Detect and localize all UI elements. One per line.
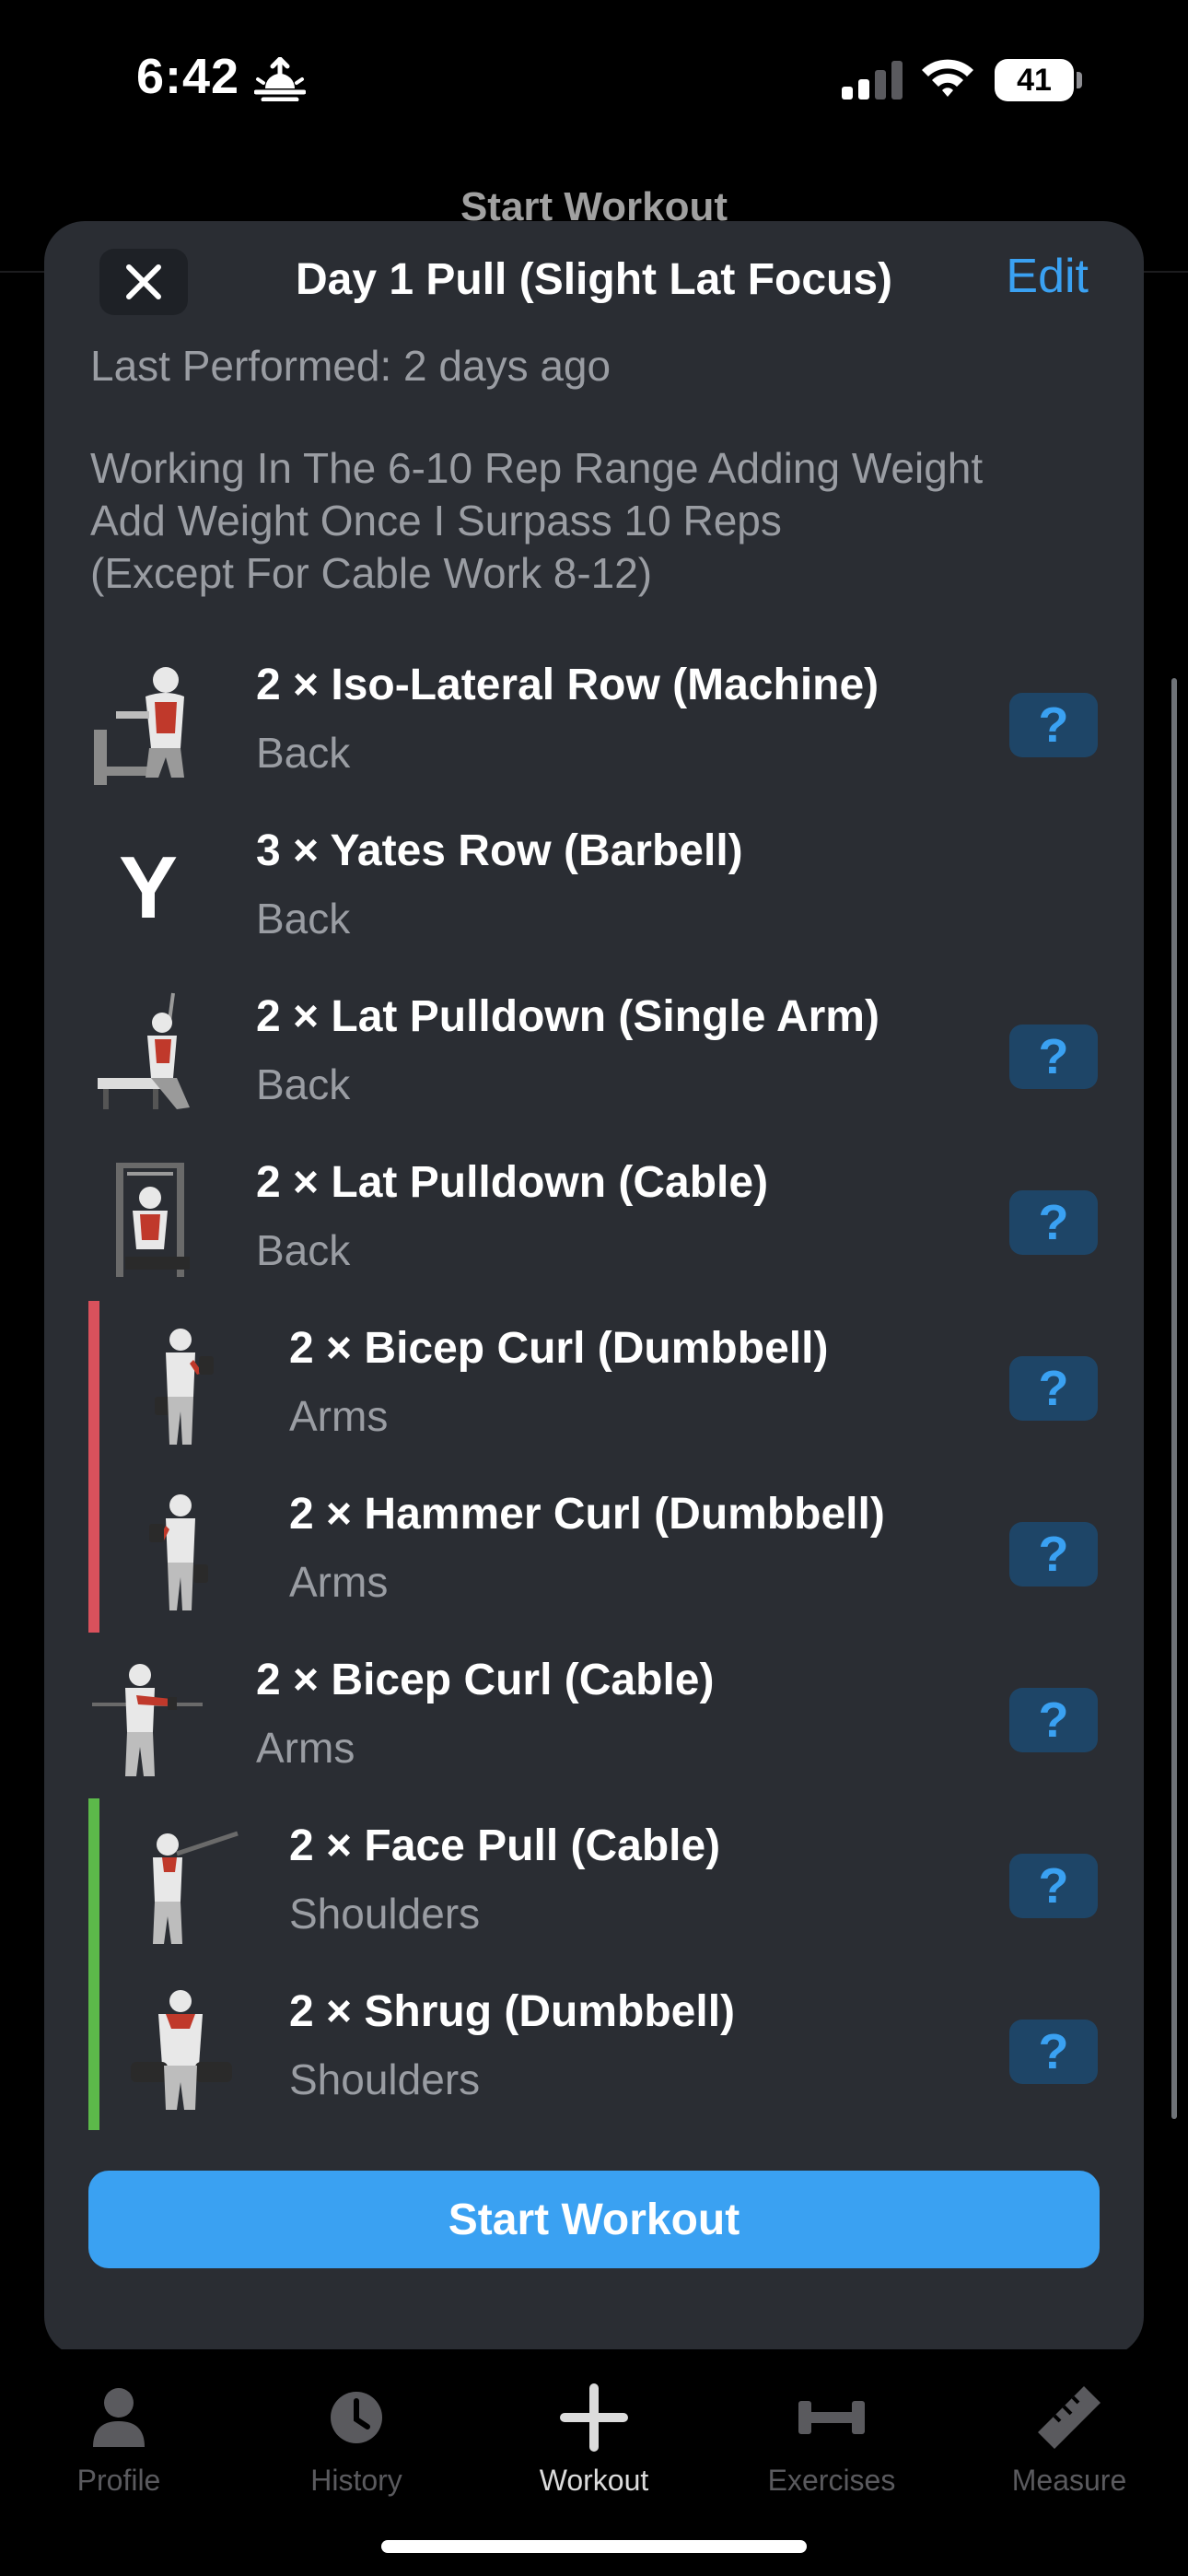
edit-button[interactable]: Edit xyxy=(1006,249,1089,304)
person-icon xyxy=(93,2388,145,2447)
exercise-row[interactable]: Y 3 × Yates Row (Barbell) Back xyxy=(88,805,1144,971)
exercise-letter-thumbnail: Y xyxy=(118,838,179,937)
notes-line: (Except For Cable Work 8-12) xyxy=(90,549,653,597)
exercise-name: 2 × Lat Pulldown (Cable) xyxy=(256,1158,769,1207)
dumbbell-icon xyxy=(798,2401,865,2434)
exercise-help-button[interactable]: ? xyxy=(1009,2020,1098,2084)
last-performed-text: Last Performed: 2 days ago xyxy=(90,342,611,390)
close-icon xyxy=(126,264,161,299)
exercise-help-button[interactable]: ? xyxy=(1009,1190,1098,1255)
routine-preview-sheet: Day 1 Pull (Slight Lat Focus) Edit Last … xyxy=(44,221,1177,2357)
exercise-category: Back xyxy=(256,1060,351,1108)
exercise-thumbnail-icon xyxy=(155,1329,214,1445)
exercise-row[interactable]: 2 × Lat Pulldown (Cable) Back ? xyxy=(88,1137,1144,1303)
exercise-help-button[interactable]: ? xyxy=(1009,1854,1098,1918)
exercise-category: Shoulders xyxy=(289,1890,481,1938)
tab-label: Profile xyxy=(76,2464,161,2497)
exercise-name: 2 × Lat Pulldown (Single Arm) xyxy=(256,992,879,1041)
tab-label: Workout xyxy=(539,2464,649,2497)
exercise-row[interactable]: 2 × Shrug (Dumbbell) Shoulders ? xyxy=(88,1966,1144,2132)
exercise-row[interactable]: 2 × Lat Pulldown (Single Arm) Back ? xyxy=(88,971,1144,1137)
ruler-icon xyxy=(1038,2386,1101,2449)
clock-time: 6:42 xyxy=(136,49,240,104)
status-bar: 6:42 41 xyxy=(0,0,1188,147)
exercise-name: 2 × Iso-Lateral Row (Machine) xyxy=(256,661,879,709)
exercise-thumbnail-icon xyxy=(149,1494,208,1610)
tab-profile[interactable]: Profile xyxy=(0,2368,238,2506)
exercise-thumbnail-icon xyxy=(94,667,184,785)
exercise-category: Back xyxy=(256,729,351,777)
exercise-help-button[interactable]: ? xyxy=(1009,1025,1098,1089)
exercise-category: Shoulders xyxy=(289,2055,481,2103)
exercise-thumbnail-icon xyxy=(98,992,190,1109)
wifi-icon xyxy=(922,59,973,97)
exercise-row[interactable]: 2 × Bicep Curl (Dumbbell) Arms ? xyxy=(88,1303,1144,1469)
exercise-help-button[interactable]: ? xyxy=(1009,693,1098,757)
battery-level: 41 xyxy=(1017,63,1052,98)
exercise-category: Arms xyxy=(289,1392,389,1440)
exercise-thumbnail-icon xyxy=(131,1990,232,2110)
exercise-thumbnail-icon xyxy=(92,1664,203,1776)
exercise-name: 2 × Face Pull (Cable) xyxy=(289,1821,721,1870)
sunrise-icon xyxy=(254,57,306,101)
superset-indicator-shoulders xyxy=(88,1798,99,2130)
tab-workout[interactable]: Workout xyxy=(475,2368,713,2506)
tab-label: Exercises xyxy=(767,2464,896,2497)
notes-line: Add Weight Once I Surpass 10 Reps xyxy=(90,497,782,544)
scrollbar[interactable] xyxy=(1171,678,1177,2119)
exercise-name: 3 × Yates Row (Barbell) xyxy=(256,826,743,875)
exercise-thumbnail-icon xyxy=(153,1831,239,1944)
exercise-name: 2 × Bicep Curl (Cable) xyxy=(256,1656,715,1704)
tab-measure[interactable]: Measure xyxy=(950,2368,1188,2506)
exercise-row[interactable]: 2 × Bicep Curl (Cable) Arms ? xyxy=(88,1634,1144,1800)
exercise-help-button[interactable]: ? xyxy=(1009,1356,1098,1421)
exercise-category: Back xyxy=(256,1226,351,1274)
exercise-name: 2 × Hammer Curl (Dumbbell) xyxy=(289,1490,885,1539)
exercise-help-button[interactable]: ? xyxy=(1009,1522,1098,1587)
battery-icon: 41 xyxy=(995,59,1083,101)
tab-history[interactable]: History xyxy=(238,2368,475,2506)
exercise-row[interactable]: 2 × Face Pull (Cable) Shoulders ? xyxy=(88,1800,1144,1966)
exercise-thumbnail-icon xyxy=(116,1163,190,1277)
exercise-category: Back xyxy=(256,895,351,943)
exercise-row[interactable]: 2 × Iso-Lateral Row (Machine) Back ? xyxy=(88,639,1144,805)
superset-indicator-arms xyxy=(88,1301,99,1633)
routine-notes: Working In The 6-10 Rep Range Adding Wei… xyxy=(90,442,1103,600)
notes-line: Working In The 6-10 Rep Range Adding Wei… xyxy=(90,444,984,492)
clock-icon xyxy=(331,2392,382,2443)
exercise-row[interactable]: 2 × Hammer Curl (Dumbbell) Arms ? xyxy=(88,1469,1144,1634)
exercise-category: Arms xyxy=(256,1724,355,1772)
close-button[interactable] xyxy=(99,249,188,315)
cellular-signal-icon xyxy=(842,61,903,100)
exercise-name: 2 × Bicep Curl (Dumbbell) xyxy=(289,1324,829,1373)
tab-label: History xyxy=(310,2464,402,2497)
start-workout-button[interactable]: Start Workout xyxy=(88,2171,1100,2268)
exercise-name: 2 × Shrug (Dumbbell) xyxy=(289,1987,736,2036)
exercise-category: Arms xyxy=(289,1558,389,1606)
exercise-help-button[interactable]: ? xyxy=(1009,1688,1098,1752)
plus-icon xyxy=(560,2383,628,2452)
home-indicator xyxy=(381,2540,807,2553)
routine-title: Day 1 Pull (Slight Lat Focus) xyxy=(295,255,893,304)
tab-label: Measure xyxy=(1011,2464,1127,2497)
tab-exercises[interactable]: Exercises xyxy=(713,2368,950,2506)
